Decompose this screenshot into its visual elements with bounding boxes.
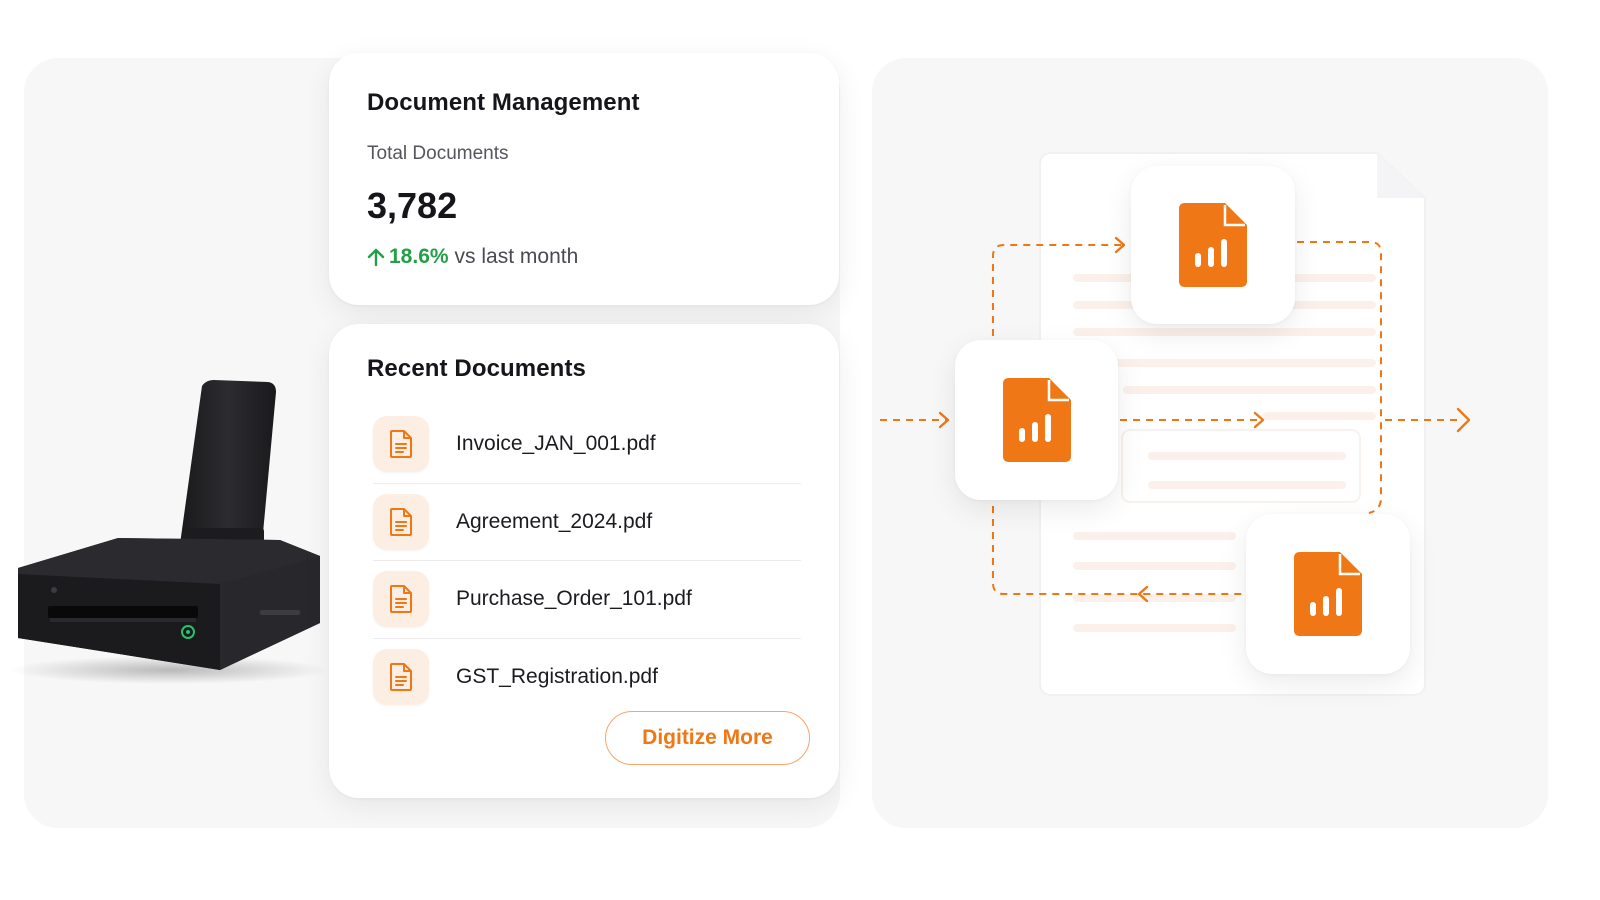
- list-item[interactable]: Invoice_JAN_001.pdf: [373, 406, 801, 484]
- file-chart-icon: [1002, 378, 1071, 462]
- document-icon: [373, 571, 429, 628]
- change-indicator: 18.6% vs last month: [367, 245, 578, 269]
- document-name: Agreement_2024.pdf: [456, 509, 653, 533]
- document-icon: [373, 416, 429, 473]
- file-chart-icon: [1179, 203, 1247, 287]
- recent-documents-card: Recent Documents Invoice_JAN_001.pdf Agr…: [329, 324, 839, 798]
- document-stats-card: Document Management Total Documents 3,78…: [329, 53, 839, 305]
- arrow-up-icon: [367, 248, 385, 267]
- list-item[interactable]: Agreement_2024.pdf: [373, 484, 801, 561]
- card-title: Recent Documents: [367, 355, 586, 382]
- change-suffix: vs last month: [454, 245, 579, 268]
- document-icon: [373, 493, 429, 550]
- total-documents-value: 3,782: [367, 185, 458, 226]
- card-title: Document Management: [367, 89, 640, 116]
- change-percent: 18.6%: [389, 245, 449, 268]
- document-name: Invoice_JAN_001.pdf: [456, 432, 656, 456]
- file-chart-icon: [1294, 552, 1362, 636]
- scanner-illustration: [10, 380, 330, 684]
- list-item[interactable]: Purchase_Order_101.pdf: [373, 561, 801, 639]
- change-up: 18.6%: [367, 245, 449, 269]
- file-chart-tile: [1246, 514, 1410, 674]
- document-icon: [373, 649, 429, 706]
- document-list: Invoice_JAN_001.pdf Agreement_2024.pdf P…: [373, 406, 801, 716]
- total-documents-label: Total Documents: [367, 143, 509, 164]
- file-chart-tile: [1131, 166, 1295, 324]
- digitize-more-button[interactable]: Digitize More: [605, 711, 810, 765]
- document-name: Purchase_Order_101.pdf: [456, 587, 692, 611]
- document-name: GST_Registration.pdf: [456, 665, 658, 689]
- list-item[interactable]: GST_Registration.pdf: [373, 639, 801, 717]
- file-chart-tile: [955, 340, 1118, 500]
